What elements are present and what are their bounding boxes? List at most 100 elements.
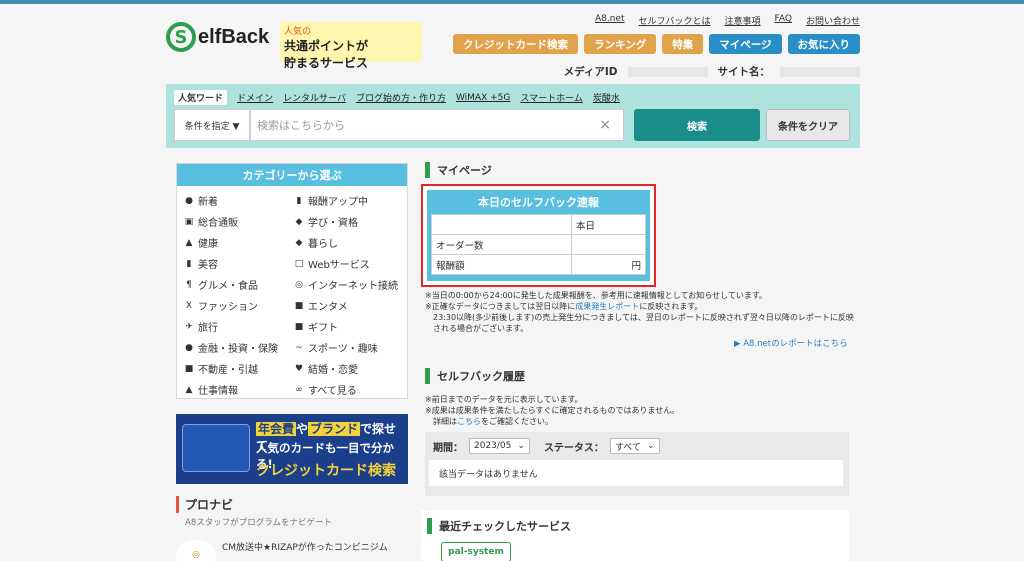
row-label-orders: オーダー数 (431, 234, 572, 255)
category-icon: ~ (295, 342, 303, 353)
report-title: 本日のセルフバック速報 (478, 196, 599, 209)
category-item[interactable]: ◆ 学び・資格 (293, 211, 413, 232)
keyword-link[interactable]: ドメイン (237, 91, 273, 104)
mypage-button[interactable]: マイページ (709, 34, 782, 54)
category-icon: ✈ (185, 321, 193, 332)
category-item[interactable]: □ Webサービス (293, 253, 413, 274)
report-table: 本日 オーダー数 報酬額 円 (431, 214, 646, 275)
category-label: インターネット接続 (308, 281, 398, 292)
category-item[interactable]: X ファッション (183, 295, 293, 316)
report-notes: ※当日の0:00から24:00に発生した成果報酬を、参考用に速報情報としてお知ら… (425, 290, 855, 334)
clear-conditions-button[interactable]: 条件をクリア (766, 109, 850, 141)
credit-card-icon (182, 424, 250, 472)
recent-service-item[interactable]: pal-system (441, 542, 511, 561)
category-label: エンタメ (308, 302, 348, 313)
note-text: 詳細は (433, 417, 457, 426)
search-button[interactable]: 検索 (634, 109, 760, 141)
period-select[interactable]: 2023/05 ⌄ (469, 438, 530, 454)
banner-line1: 人気の (284, 27, 312, 37)
report-link[interactable]: 成果発生レポート (575, 302, 639, 311)
category-label: ファッション (198, 302, 258, 313)
category-item[interactable]: ¶ グルメ・食品 (183, 274, 293, 295)
pronavi-title: プロナビ (176, 496, 408, 513)
row-label-reward: 報酬額 (431, 254, 572, 275)
chevron-down-icon: ⌄ (646, 441, 655, 451)
category-icon: ▮ (186, 258, 192, 269)
note-text: ※正確なデータにつきましては翌日以降に (425, 302, 576, 311)
chevron-down-icon: ⌄ (517, 441, 525, 451)
link-faq[interactable]: FAQ (775, 14, 792, 27)
status-label: ステータス： (543, 442, 604, 454)
ranking-button[interactable]: ランキング (584, 34, 657, 54)
link-notes[interactable]: 注意事項 (725, 14, 761, 27)
condition-dropdown[interactable]: 条件を指定 ▼ (174, 109, 250, 141)
category-item[interactable]: ▮ 美容 (183, 253, 293, 274)
category-icon: □ (294, 258, 304, 269)
banner-line2: 共通ポイントが (284, 39, 369, 53)
feature-button[interactable]: 特集 (662, 34, 704, 54)
link-contact[interactable]: お問い合わせ (806, 14, 860, 27)
note-line: ※前日までのデータを元に表示しています。 (425, 395, 583, 404)
category-item[interactable]: ▲ 健康 (183, 232, 293, 253)
category-item[interactable]: ● 金融・投資・保険 (183, 337, 293, 358)
category-panel: カテゴリーから選ぶ ● 新着 ▮ 報酬アップ中 ▣ 総合通販 ◆ 学び・資格 ▲ 健康 ◆ 暮らし ▮ 美… (176, 163, 408, 399)
a8-report-link[interactable]: ▶ A8.netのレポートはこちら (734, 337, 848, 349)
category-item[interactable]: ▣ 総合通販 (183, 211, 293, 232)
status-value: すべて (614, 442, 641, 453)
ad-line3: クレジットカード検索 (256, 463, 396, 479)
link-about-selfback[interactable]: セルフバックとは (639, 14, 711, 27)
credit-card-search-button[interactable]: クレジットカード検索 (453, 34, 579, 54)
category-item[interactable]: ✈ 旅行 (183, 316, 293, 337)
category-label: ギフト (308, 323, 338, 334)
category-item[interactable]: ◆ 暮らし (293, 232, 413, 253)
search-input[interactable]: 検索はこちらから × (250, 109, 624, 141)
keyword-link[interactable]: ブログ始め方・作り方 (356, 91, 446, 104)
clear-input-icon[interactable]: × (599, 117, 611, 133)
category-item[interactable]: ■ ギフト (293, 316, 413, 337)
category-item[interactable]: ▲ 仕事情報 (183, 379, 293, 400)
favorites-button[interactable]: お気に入り (787, 34, 860, 54)
pronavi-thumb-icon: ◎ (176, 540, 216, 561)
nav-buttons: クレジットカード検索 ランキング 特集 マイページ お気に入り (453, 34, 860, 54)
category-item[interactable]: ∞ すべて見る (293, 379, 413, 400)
history-notes: ※前日までのデータを元に表示しています。 ※成果は成果条件を満たしたらすぐに確定… (425, 394, 679, 427)
credit-card-ad[interactable]: 年会費やブランド で探せて 人気のカードも一目で分かる! クレジットカード検索 (176, 414, 408, 484)
category-label: 仕事情報 (198, 386, 238, 397)
search-placeholder: 検索はこちらから (257, 119, 345, 132)
pronavi-item[interactable]: ◎ CM放送中★RIZAPが作ったコンビニジム (176, 540, 408, 561)
category-item[interactable]: ~ スポーツ・趣味 (293, 337, 413, 358)
recent-title: 最近チェックしたサービス (427, 518, 571, 534)
category-icon: ◆ (295, 237, 303, 248)
top-links: A8.net セルフバックとは 注意事項 FAQ お問い合わせ (595, 14, 860, 27)
category-icon: ▣ (184, 216, 194, 227)
link-a8net[interactable]: A8.net (595, 14, 625, 27)
today-report-box: 本日のセルフバック速報 本日 オーダー数 報酬額 円 (421, 184, 656, 287)
details-link[interactable]: こちら (457, 417, 481, 426)
keyword-link[interactable]: レンタルサーバ (283, 91, 346, 104)
top-accent-bar (0, 0, 1024, 4)
status-select[interactable]: すべて ⌄ (609, 438, 660, 454)
category-item[interactable]: ■ エンタメ (293, 295, 413, 316)
category-item[interactable]: ● 新着 (183, 190, 293, 211)
category-icon: ▮ (296, 195, 302, 206)
category-item[interactable]: ▮ 報酬アップ中 (293, 190, 413, 211)
category-item[interactable]: ■ 不動産・引越 (183, 358, 293, 379)
pronavi-section: プロナビ A8スタッフがプログラムをナビゲート ◎ CM放送中★RIZAPが作っ… (176, 496, 408, 561)
pronavi-subtitle: A8スタッフがプログラムをナビゲート (185, 518, 332, 528)
empty-message: 該当データはありません (429, 460, 843, 486)
ad-text: や (296, 422, 309, 436)
points-banner[interactable]: 人気の 共通ポイントが 貯まるサービス (280, 22, 422, 70)
media-info: メディアID サイト名： (564, 64, 860, 79)
keyword-link[interactable]: 炭酸水 (593, 91, 620, 104)
keyword-link[interactable]: WiMAX +5G (456, 93, 510, 103)
selfback-logo[interactable]: S elfBack (166, 22, 269, 52)
media-id-value (627, 66, 708, 77)
category-item[interactable]: ♥ 結婚・恋愛 (293, 358, 413, 379)
table-row: 報酬額 円 (431, 254, 646, 275)
category-item[interactable]: ◎ インターネット接続 (293, 274, 413, 295)
category-icon: ¶ (186, 279, 192, 290)
table-row: 本日 (431, 214, 646, 235)
category-label: Webサービス (308, 260, 370, 271)
keyword-link[interactable]: スマートホーム (520, 91, 582, 104)
category-label: グルメ・食品 (198, 281, 258, 292)
